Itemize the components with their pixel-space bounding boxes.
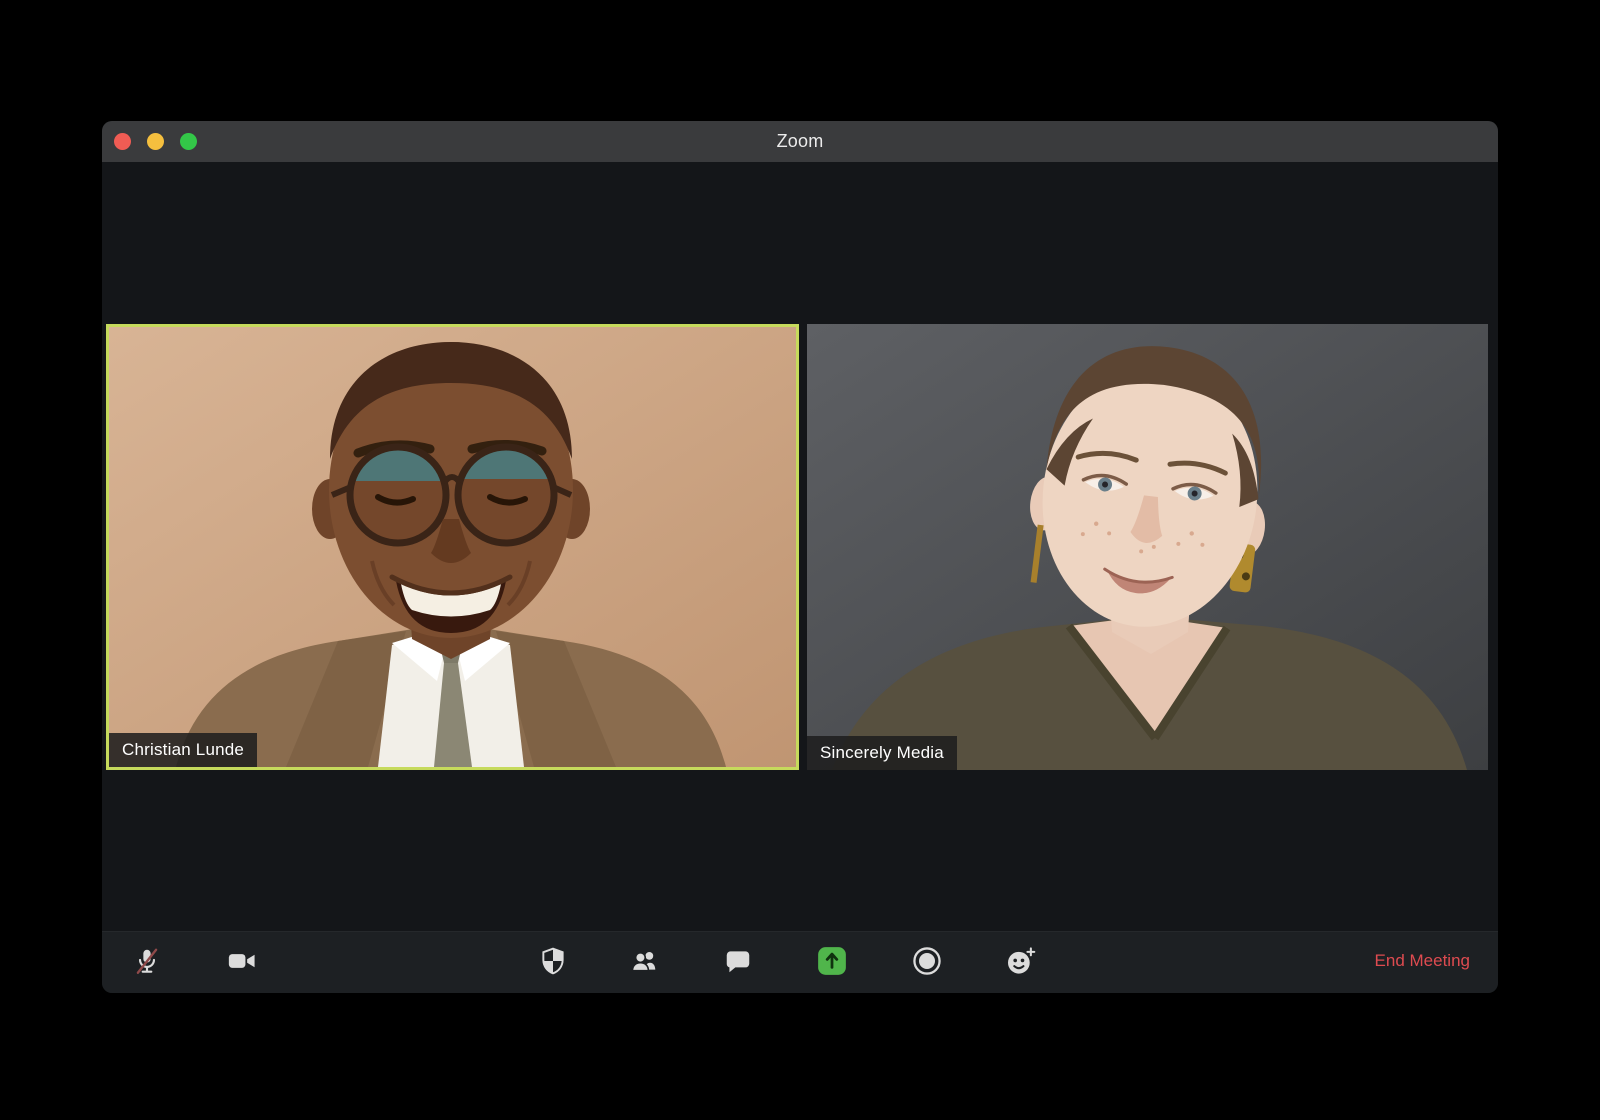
- video-tile-christian-lunde[interactable]: Christian Lunde: [106, 324, 799, 770]
- participant-name-label: Sincerely Media: [807, 736, 957, 770]
- microphone-muted-icon: [136, 948, 158, 974]
- traffic-lights: [114, 121, 197, 162]
- participant-name-label: Christian Lunde: [109, 733, 258, 767]
- zoom-app-window: Zoom Christian Lunde Sincerely Media End…: [102, 121, 1498, 993]
- meeting-toolbar: End Meeting: [102, 931, 1498, 993]
- minimize-window-button[interactable]: [147, 133, 164, 150]
- security-shield-icon: [542, 947, 564, 975]
- video-tile-sincerely-media[interactable]: Sincerely Media: [807, 324, 1488, 770]
- participants-icon: [631, 951, 656, 972]
- mute-button[interactable]: [126, 940, 168, 982]
- start-video-button[interactable]: [221, 940, 263, 982]
- close-window-button[interactable]: [114, 133, 131, 150]
- title-bar[interactable]: Zoom: [102, 121, 1498, 163]
- desktop-background: Zoom Christian Lunde Sincerely Media End…: [0, 0, 1600, 1120]
- participants-button[interactable]: [624, 940, 666, 982]
- window-title: Zoom: [776, 131, 824, 151]
- video-feed-christian-lunde: [109, 327, 796, 767]
- share-screen-button[interactable]: [811, 940, 853, 982]
- share-screen-icon: [818, 947, 846, 975]
- chat-button[interactable]: [717, 940, 759, 982]
- security-button[interactable]: [532, 940, 574, 982]
- video-feed-sincerely-media: [807, 324, 1488, 770]
- end-meeting-button[interactable]: End Meeting: [1375, 932, 1470, 989]
- record-icon: [913, 947, 941, 975]
- chat-bubble-icon: [726, 951, 750, 973]
- video-grid: Christian Lunde Sincerely Media: [102, 162, 1498, 932]
- video-camera-icon: [228, 954, 255, 968]
- zoom-window-button[interactable]: [180, 133, 197, 150]
- reactions-button[interactable]: [999, 940, 1041, 982]
- record-button[interactable]: [906, 940, 948, 982]
- reactions-icon: [1008, 947, 1036, 974]
